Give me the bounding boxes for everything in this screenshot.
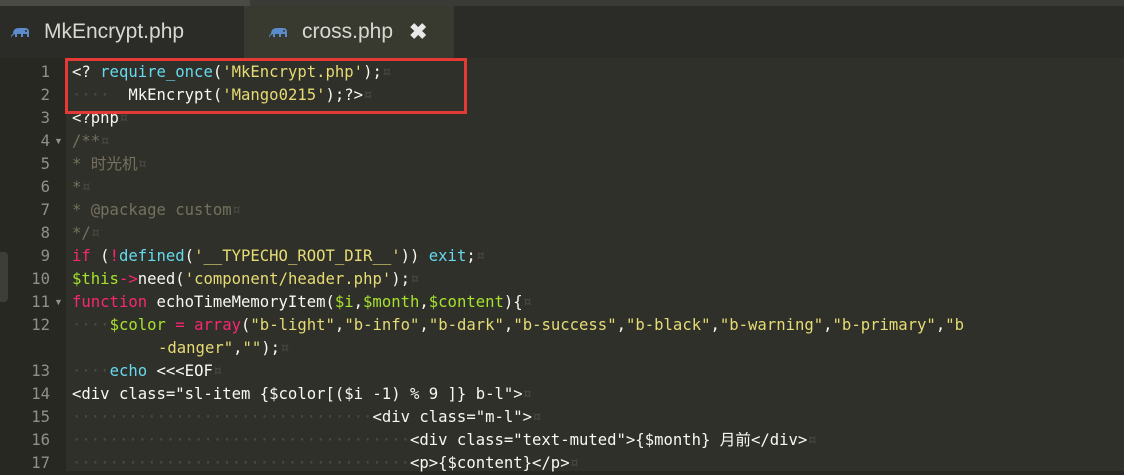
php-elephant-icon [269, 28, 287, 38]
code-line-8: */¤ [72, 224, 101, 242]
line-number: 5 [40, 155, 50, 173]
code-line-10: $this->need('component/header.php');¤ [72, 270, 420, 288]
code-line-16: ····································<div… [72, 431, 817, 449]
code-line-17: ····································<p>{… [72, 454, 579, 472]
line-number: 7 [40, 201, 50, 219]
close-icon[interactable]: ✖ [409, 19, 427, 45]
tab-bar: MkEncrypt.php cross.php ✖ [0, 6, 1124, 64]
code-line-14: <div class="sl-item {$color[($i -1) % 9 … [72, 385, 533, 403]
line-number: 14 [31, 385, 50, 403]
tab-mkencrypt[interactable]: MkEncrypt.php [0, 6, 244, 58]
side-panel-handle[interactable] [0, 252, 8, 302]
line-number: 16 [31, 431, 50, 449]
line-number: 9 [40, 247, 50, 265]
code-line-12: ····$color = array("b-light","b-info","b… [72, 316, 964, 334]
tab-label: MkEncrypt.php [44, 20, 185, 43]
line-number: 17 [31, 454, 50, 472]
code-line-5: * 时光机¤ [72, 155, 147, 173]
tab-cross[interactable]: cross.php ✖ [244, 6, 454, 58]
php-elephant-icon [11, 28, 29, 38]
tab-scroll-area [1110, 12, 1124, 64]
fold-arrow-icon[interactable]: ▼ [54, 130, 63, 153]
line-number: 1 [40, 63, 50, 81]
line-number: 6 [40, 178, 50, 196]
line-number: 2 [40, 86, 50, 104]
line-number-gutter: 1 2 3 4 5 6 7 8 9 10 11 12 13 14 15 16 1… [0, 58, 66, 472]
code-line-15: ································<div cla… [72, 408, 542, 426]
line-number: 13 [31, 362, 50, 380]
code-editor[interactable]: <? require_once('MkEncrypt.php');¤ ···· … [66, 58, 1124, 472]
fold-arrow-icon[interactable]: ▼ [54, 291, 63, 314]
code-line-9: if (!defined('__TYPECHO_ROOT_DIR__')) ex… [72, 247, 486, 265]
line-number: 10 [31, 270, 50, 288]
tab-label: cross.php [302, 20, 394, 43]
line-number: 15 [31, 408, 50, 426]
line-number: 3 [40, 109, 50, 127]
line-number: 12 [31, 316, 50, 334]
red-highlight-box [65, 58, 467, 114]
code-line-12-wrap: -danger","");¤ [158, 339, 290, 357]
code-line-11: function echoTimeMemoryItem($i,$month,$c… [72, 293, 533, 311]
code-line-4: /**¤ [72, 132, 110, 150]
code-line-7: * @package custom¤ [72, 201, 241, 219]
code-line-13: ····echo <<<EOF¤ [72, 362, 223, 380]
code-line-6: *¤ [72, 178, 91, 196]
line-number: 8 [40, 224, 50, 242]
